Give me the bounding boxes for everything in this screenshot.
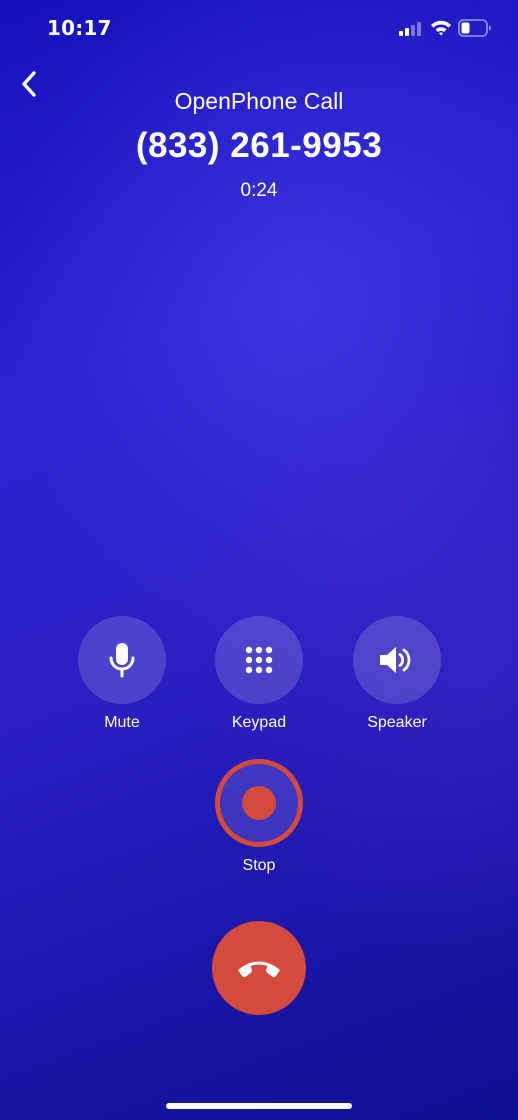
call-screen: 10:17 OpenPhone Call (833) 261-9953 0:24… [0, 0, 518, 1120]
keypad-button[interactable] [215, 616, 303, 704]
battery-icon [458, 19, 491, 37]
keypad-label: Keypad [231, 714, 287, 731]
signal-icon [399, 22, 421, 36]
keypad-icon [245, 646, 273, 674]
stop-recording-button[interactable] [215, 759, 303, 847]
hang-up-icon [238, 961, 280, 978]
microphone-icon [109, 643, 135, 678]
phone-number: (833) 261-9953 [135, 126, 383, 165]
end-call-button[interactable] [212, 921, 306, 1015]
record-icon [242, 786, 276, 820]
speaker-button[interactable] [353, 616, 441, 704]
mute-label: Mute [104, 714, 140, 731]
wifi-icon [431, 20, 451, 36]
call-duration: 0:24 [240, 180, 278, 201]
caller-label: OpenPhone Call [174, 88, 344, 114]
stop-label: Stop [242, 857, 276, 874]
speaker-label: Speaker [367, 714, 427, 731]
mute-button[interactable] [78, 616, 166, 704]
status-time: 10:17 [47, 16, 112, 40]
home-indicator[interactable] [166, 1103, 352, 1109]
speaker-icon [380, 647, 411, 673]
